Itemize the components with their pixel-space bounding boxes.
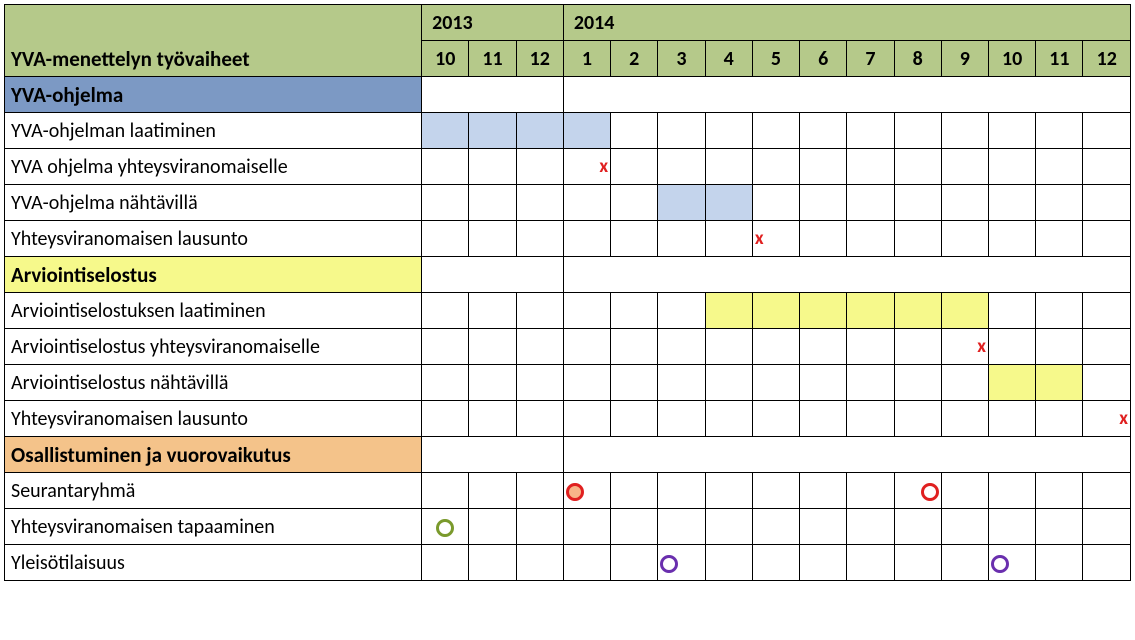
month: 6: [800, 41, 847, 77]
task-label: Arviointiselostus yhteysviranomaiselle: [5, 329, 422, 365]
marker-cell: [894, 473, 941, 509]
bar-cell: [422, 113, 469, 149]
bar-cell: [988, 365, 1035, 401]
bar-cell: [847, 293, 894, 329]
task-row: YVA-ohjelman laatiminen: [5, 113, 1131, 149]
month: 1: [563, 41, 610, 77]
section-row-osallistuminen: Osallistuminen ja vuorovaikutus: [5, 437, 1131, 473]
bar-cell: [1036, 365, 1083, 401]
month: 11: [1036, 41, 1083, 77]
circle-green-icon: [436, 519, 454, 537]
task-label: Arviointiselostus nähtävillä: [5, 365, 422, 401]
month: 5: [752, 41, 799, 77]
bar-cell: [516, 113, 563, 149]
task-label: YVA ohjelma yhteysviranomaiselle: [5, 149, 422, 185]
marker-cell: [563, 473, 610, 509]
marker-cell: [988, 545, 1035, 581]
month: 12: [516, 41, 563, 77]
bar-cell: [705, 185, 752, 221]
month: 2: [611, 41, 658, 77]
year-2014: 2014: [563, 5, 1130, 41]
month: 10: [422, 41, 469, 77]
month: 9: [941, 41, 988, 77]
header-year-row: YVA-menettelyn työvaiheet 2013 2014: [5, 5, 1131, 41]
month: 12: [1083, 41, 1131, 77]
month: 11: [469, 41, 516, 77]
section-row-yva-ohjelma: YVA-ohjelma: [5, 77, 1131, 113]
month: 8: [894, 41, 941, 77]
circle-red-hollow-icon: [921, 483, 939, 501]
task-row: Arviointiselostuksen laatiminen: [5, 293, 1131, 329]
section-label: Arviointiselostus: [5, 257, 422, 293]
marker-cell: [658, 545, 705, 581]
section-label: YVA-ohjelma: [5, 77, 422, 113]
task-label: Seurantaryhmä: [5, 473, 422, 509]
task-row: Arviointiselostus yhteysviranomaiselle x: [5, 329, 1131, 365]
month: 7: [847, 41, 894, 77]
bar-cell: [800, 293, 847, 329]
bar-cell: [941, 293, 988, 329]
milestone-x: x: [563, 149, 610, 185]
year-2013: 2013: [422, 5, 564, 41]
section-row-arviointiselostus: Arviointiselostus: [5, 257, 1131, 293]
milestone-x: x: [752, 221, 799, 257]
task-row: Seurantaryhmä: [5, 473, 1131, 509]
task-row: Yleisötilaisuus: [5, 545, 1131, 581]
circle-red-filled-icon: [566, 483, 584, 501]
task-label: Yhteysviranomaisen lausunto: [5, 401, 422, 437]
task-label: YVA-ohjelma nähtävillä: [5, 185, 422, 221]
task-label: YVA-ohjelman laatiminen: [5, 113, 422, 149]
month: 4: [705, 41, 752, 77]
marker-cell: [422, 509, 469, 545]
task-row: Yhteysviranomaisen tapaaminen: [5, 509, 1131, 545]
task-row: Yhteysviranomaisen lausunto x: [5, 401, 1131, 437]
task-row: Yhteysviranomaisen lausunto x: [5, 221, 1131, 257]
month: 3: [658, 41, 705, 77]
bar-cell: [658, 185, 705, 221]
task-label: Yhteysviranomaisen tapaaminen: [5, 509, 422, 545]
task-label: Yhteysviranomaisen lausunto: [5, 221, 422, 257]
circle-purple-icon: [660, 555, 678, 573]
bar-cell: [469, 113, 516, 149]
task-label: Arviointiselostuksen laatiminen: [5, 293, 422, 329]
month: 10: [988, 41, 1035, 77]
milestone-x: x: [1083, 401, 1131, 437]
bar-cell: [894, 293, 941, 329]
task-row: YVA-ohjelma nähtävillä: [5, 185, 1131, 221]
task-label: Yleisötilaisuus: [5, 545, 422, 581]
milestone-x: x: [941, 329, 988, 365]
task-row: YVA ohjelma yhteysviranomaiselle x: [5, 149, 1131, 185]
circle-purple-icon: [991, 555, 1009, 573]
task-row: Arviointiselostus nähtävillä: [5, 365, 1131, 401]
bar-cell: [705, 293, 752, 329]
bar-cell: [752, 293, 799, 329]
table-title: YVA-menettelyn työvaiheet: [5, 5, 422, 77]
section-label: Osallistuminen ja vuorovaikutus: [5, 437, 422, 473]
gantt-table: YVA-menettelyn työvaiheet 2013 2014 10 1…: [4, 4, 1131, 581]
bar-cell: [563, 113, 610, 149]
